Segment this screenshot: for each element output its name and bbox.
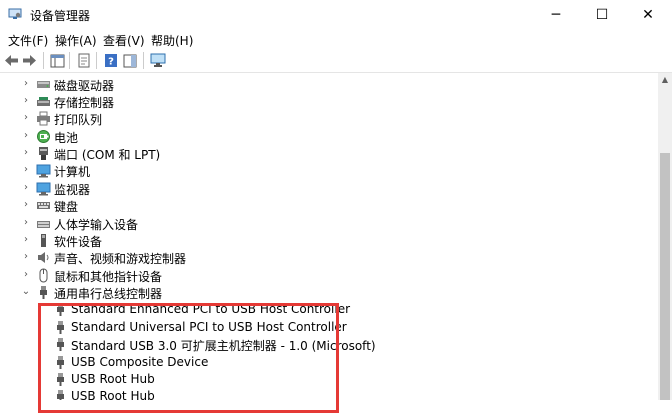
software-device-icon (41, 234, 46, 247)
svg-text:?: ? (108, 57, 114, 68)
maximize-button[interactable]: ☐ (579, 0, 625, 30)
menu-help[interactable]: 帮助(H) (151, 32, 193, 49)
battery-icon (37, 130, 50, 143)
category-label: 软件设备 (54, 235, 103, 249)
show-hide-tree-button[interactable] (49, 52, 66, 69)
menu-file[interactable]: 文件(F) (8, 32, 48, 49)
action-pane-button[interactable] (121, 52, 138, 69)
chevron-right-icon[interactable]: › (21, 164, 31, 176)
chevron-right-icon[interactable]: › (21, 199, 31, 211)
forward-arrow-icon (23, 55, 36, 66)
chevron-right-icon[interactable]: › (21, 95, 31, 107)
toolbar-separator (143, 52, 144, 69)
audio-icon (38, 252, 49, 263)
chevron-right-icon[interactable]: › (21, 147, 31, 159)
category-label: 磁盘驱动器 (54, 79, 115, 93)
highlight-annotation-box (38, 303, 339, 413)
device-manager-icon (8, 8, 22, 19)
properties-icon (78, 53, 89, 68)
category-label: 人体学输入设备 (54, 218, 139, 232)
category-label: 电池 (54, 131, 79, 145)
menu-view[interactable]: 查看(V) (103, 32, 145, 49)
back-arrow-icon (5, 55, 18, 66)
chevron-right-icon[interactable]: › (21, 234, 31, 246)
menu-action[interactable]: 操作(A) (55, 32, 97, 49)
computer-icon (36, 164, 51, 178)
chevron-right-icon[interactable]: › (21, 217, 31, 229)
category-label: 键盘 (54, 200, 79, 214)
tree-row[interactable]: › 存储控制器 (0, 93, 658, 110)
category-label: 声音、视频和游戏控制器 (54, 252, 187, 266)
monitor-icon (36, 182, 51, 196)
scroll-up-arrow-icon[interactable]: ▲ (658, 73, 672, 87)
properties-button[interactable] (75, 52, 92, 69)
chevron-right-icon[interactable]: › (21, 269, 31, 281)
category-label: 监视器 (54, 183, 91, 197)
console-tree-icon (50, 54, 65, 67)
tree-row[interactable]: › 声音、视频和游戏控制器 (0, 249, 658, 266)
tree-row[interactable]: › 电池 (0, 128, 658, 145)
tree-row[interactable]: › 软件设备 (0, 232, 658, 249)
help-icon: ? (104, 54, 117, 68)
port-icon (39, 147, 48, 160)
back-button[interactable] (3, 52, 20, 69)
minimize-icon: ─ (551, 7, 561, 23)
scan-monitor-icon (150, 53, 165, 67)
tree-row-usb-controllers[interactable]: ⌄ 通用串行总线控制器 (0, 284, 658, 301)
toolbar-separator (69, 52, 70, 69)
category-label: 通用串行总线控制器 (54, 287, 163, 301)
category-label: 打印队列 (54, 113, 103, 127)
category-label: 端口 (COM 和 LPT) (54, 148, 161, 162)
tree-row[interactable]: › 鼠标和其他指针设备 (0, 267, 658, 284)
maximize-icon: ☐ (595, 7, 609, 23)
minimize-button[interactable]: ─ (533, 0, 579, 30)
category-label: 鼠标和其他指针设备 (54, 270, 163, 284)
tree-row[interactable]: › 键盘 (0, 197, 658, 214)
keyboard-icon (37, 202, 50, 209)
chevron-right-icon[interactable]: › (21, 78, 31, 90)
tree-row[interactable]: › 人体学输入设备 (0, 215, 658, 232)
scrollbar-thumb[interactable] (660, 153, 670, 400)
toolbar: ? (0, 49, 672, 73)
tree-row[interactable]: › 计算机 (0, 162, 658, 179)
storage-controller-icon (37, 97, 50, 106)
scan-hardware-button[interactable] (149, 52, 166, 69)
vertical-scrollbar[interactable]: ▲ (658, 73, 672, 400)
chevron-right-icon[interactable]: › (21, 251, 31, 263)
hid-icon (37, 221, 50, 228)
disk-drive-icon (37, 81, 50, 88)
close-icon: ✕ (642, 7, 654, 23)
mouse-icon (39, 268, 48, 283)
title-bar: 设备管理器 ─ ☐ ✕ (0, 0, 672, 30)
forward-button[interactable] (21, 52, 38, 69)
usb-icon (40, 286, 47, 299)
category-label: 计算机 (54, 165, 91, 179)
close-button[interactable]: ✕ (625, 0, 671, 30)
menu-bar: 文件(F) 操作(A) 查看(V) 帮助(H) (0, 30, 672, 49)
tree-row[interactable]: › 监视器 (0, 180, 658, 197)
chevron-right-icon[interactable]: › (21, 182, 31, 194)
toolbar-separator (96, 52, 97, 69)
help-button[interactable]: ? (102, 52, 119, 69)
chevron-right-icon[interactable]: › (21, 130, 31, 142)
tree-row[interactable]: › 磁盘驱动器 (0, 76, 658, 93)
tree-row[interactable]: › 端口 (COM 和 LPT) (0, 145, 658, 162)
window-title: 设备管理器 (30, 9, 91, 23)
chevron-down-icon[interactable]: ⌄ (21, 286, 31, 298)
printer-icon (37, 111, 50, 126)
action-pane-icon (123, 54, 136, 67)
category-label: 存储控制器 (54, 96, 115, 110)
tree-row[interactable]: › 打印队列 (0, 110, 658, 127)
toolbar-separator (43, 52, 44, 69)
chevron-right-icon[interactable]: › (21, 112, 31, 124)
